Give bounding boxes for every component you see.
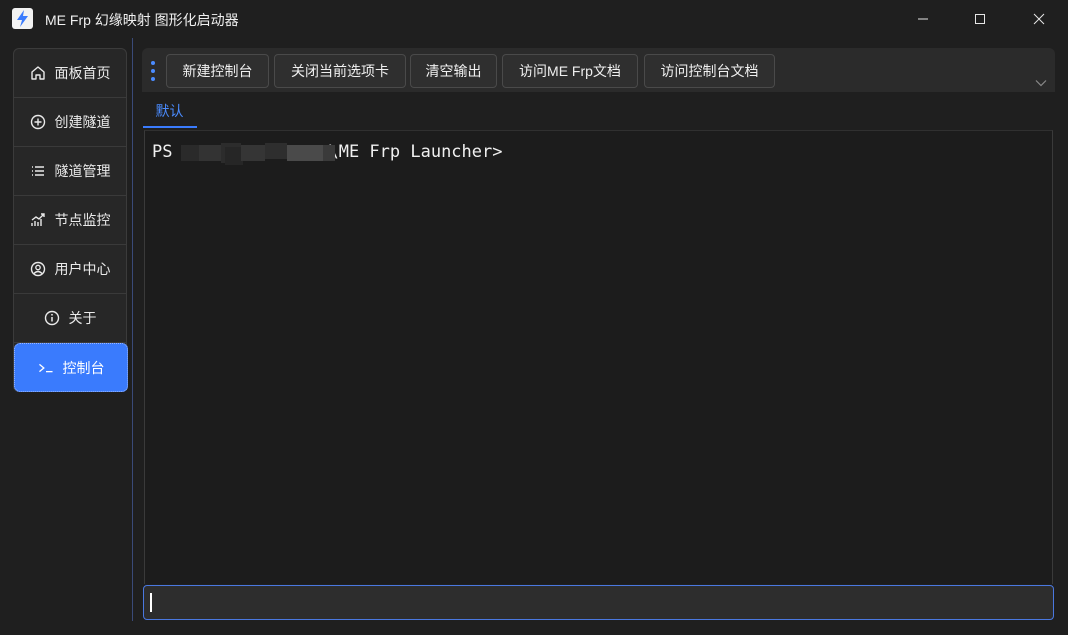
maximize-button[interactable] [957, 0, 1003, 38]
sidebar-item-console[interactable]: 控制台 [14, 343, 128, 392]
prompt-prefix: PS [152, 142, 173, 162]
home-icon [30, 65, 46, 81]
minimize-icon [918, 18, 928, 20]
tab-active-indicator [143, 126, 197, 128]
text-caret [150, 593, 152, 612]
sidebar-item-label: 关于 [68, 310, 97, 326]
close-icon [1033, 13, 1045, 25]
visit-console-docs-button[interactable]: 访问控制台文档 [644, 54, 775, 88]
info-icon [44, 310, 60, 326]
main-content: 新建控制台 关闭当前选项卡 清空输出 访问ME Frp文档 访问控制台文档 默认… [142, 48, 1055, 626]
terminal-icon [38, 360, 54, 376]
sidebar-item-home[interactable]: 面板首页 [14, 49, 126, 98]
sidebar-item-label: 面板首页 [54, 65, 111, 81]
sidebar-item-user-center[interactable]: 用户中心 [14, 245, 126, 294]
chart-icon [30, 212, 46, 228]
tab-default[interactable]: 默认 [142, 92, 197, 129]
clear-output-button[interactable]: 清空输出 [410, 54, 497, 88]
sidebar-item-node-monitor[interactable]: 节点监控 [14, 196, 126, 245]
visit-mefrp-docs-button[interactable]: 访问ME Frp文档 [502, 54, 638, 88]
plus-circle-icon [30, 114, 46, 130]
sidebar-item-label: 隧道管理 [54, 163, 111, 179]
window-title: ME Frp 幻缘映射 图形化启动器 [45, 12, 239, 28]
app-logo-icon [12, 8, 33, 29]
sidebar-item-label: 控制台 [62, 359, 105, 376]
prompt-suffix: \ME Frp Launcher> [328, 142, 503, 162]
console-output: PS \ME Frp Launcher> [144, 130, 1053, 584]
sidebar: 面板首页 创建隧道 隧道管理 节点监控 用户中心 关于 控制台 [4, 38, 133, 621]
minimize-button[interactable] [900, 0, 946, 38]
title-bar: ME Frp 幻缘映射 图形化启动器 [0, 0, 1068, 38]
close-tab-button[interactable]: 关闭当前选项卡 [274, 54, 406, 88]
sidebar-item-create-tunnel[interactable]: 创建隧道 [14, 98, 126, 147]
sidebar-item-label: 节点监控 [54, 212, 111, 228]
sidebar-item-tunnel-manage[interactable]: 隧道管理 [14, 147, 126, 196]
close-button[interactable] [1016, 0, 1062, 38]
toolbar: 新建控制台 关闭当前选项卡 清空输出 访问ME Frp文档 访问控制台文档 [142, 48, 1055, 92]
chevron-down-icon[interactable] [1035, 74, 1047, 92]
sidebar-item-label: 用户中心 [54, 261, 111, 277]
list-icon [30, 163, 46, 179]
redacted-path [181, 143, 335, 165]
console-input[interactable] [143, 585, 1054, 620]
maximize-icon [975, 14, 985, 24]
new-console-button[interactable]: 新建控制台 [166, 54, 269, 88]
sidebar-item-label: 创建隧道 [54, 114, 111, 130]
tab-label: 默认 [155, 102, 184, 119]
toolbar-grip-icon[interactable] [151, 61, 155, 81]
user-circle-icon [30, 261, 46, 277]
sidebar-item-about[interactable]: 关于 [14, 294, 126, 343]
sidebar-menu: 面板首页 创建隧道 隧道管理 节点监控 用户中心 关于 控制台 [13, 48, 128, 392]
console-tabs: 默认 [142, 92, 1055, 129]
